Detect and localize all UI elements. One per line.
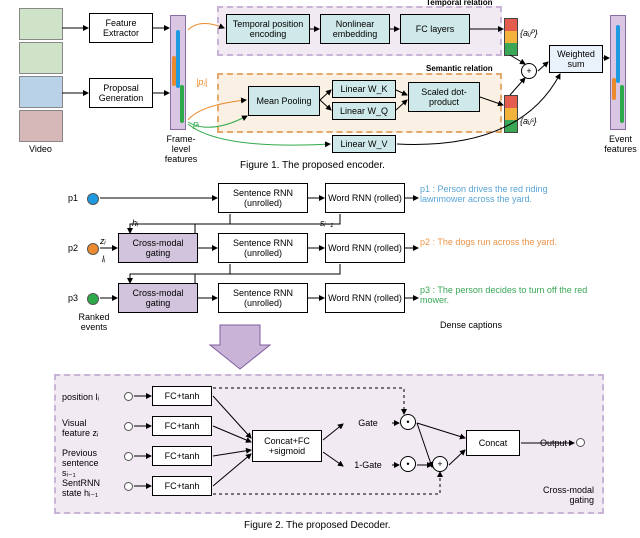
fig2-detail-connectors [54, 374, 600, 510]
big-arrow-down-icon [210, 325, 270, 371]
fig1-connectors [0, 0, 640, 175]
fig2-top-connectors [0, 178, 640, 338]
figure2-caption: Figure 2. The proposed Decoder. [244, 520, 391, 531]
